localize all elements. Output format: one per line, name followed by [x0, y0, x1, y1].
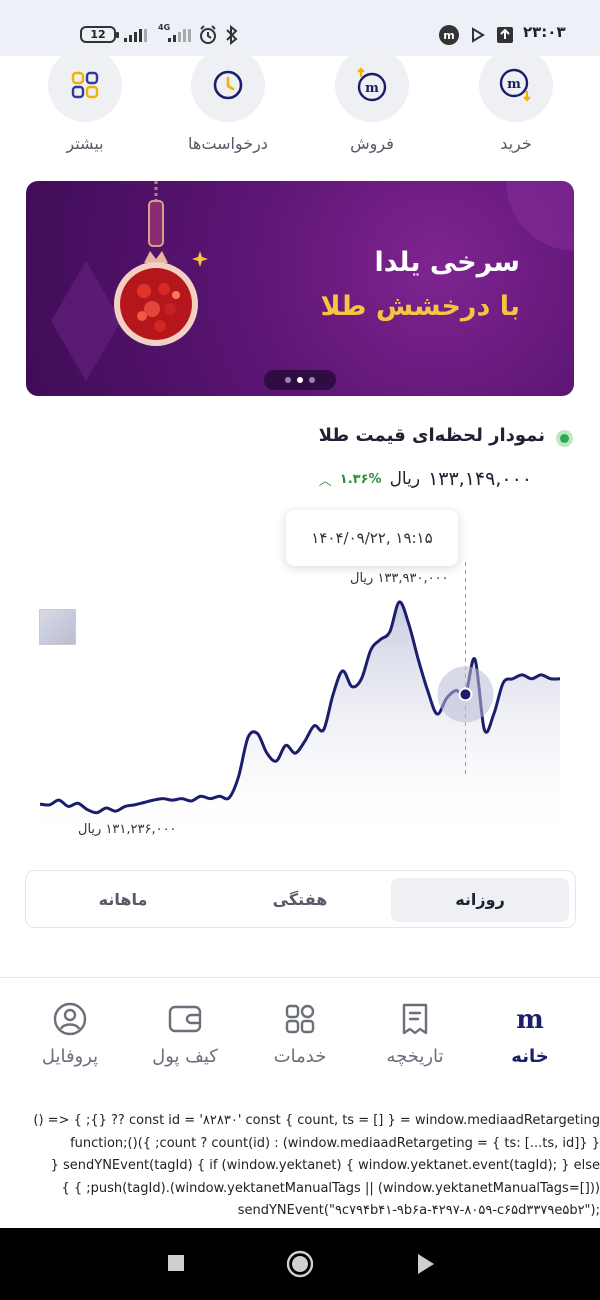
quick-action-label: درخواست‌ها — [188, 134, 268, 153]
up-arrow-icon: ︿ — [318, 473, 332, 489]
nav-label: تاریخچه — [386, 1046, 444, 1067]
promo-banner[interactable]: سرخی یلدا با درخشش طلا — [26, 181, 574, 396]
carousel-dot-active[interactable] — [297, 377, 303, 383]
signal-2-icon — [168, 28, 191, 42]
home-button-icon[interactable] — [286, 1250, 314, 1278]
tab-monthly[interactable]: ماهانه — [34, 878, 212, 922]
nav-wallet[interactable]: کیف پول — [130, 1000, 240, 1067]
banner-title: سرخی یلدا — [374, 247, 520, 278]
quick-action-buy[interactable]: m خرید — [456, 48, 576, 166]
quick-action-label: خرید — [500, 134, 532, 153]
wallet-icon — [130, 1000, 240, 1038]
carousel-dot[interactable] — [309, 377, 315, 383]
nav-home[interactable]: m خانه — [475, 1000, 585, 1067]
svg-text:m: m — [516, 1005, 544, 1034]
clock-icon — [191, 48, 265, 122]
chart-min-label: ۱۳۱,۲۳۶,۰۰۰ ریال — [78, 822, 177, 837]
nav-label: کیف پول — [152, 1046, 218, 1067]
price-value: ۱۳۳,۱۴۹,۰۰۰ — [428, 468, 532, 490]
svg-text:m: m — [365, 81, 379, 96]
svg-text:m: m — [443, 29, 454, 42]
apps-grid-icon — [48, 48, 122, 122]
nav-label: خدمات — [273, 1046, 327, 1067]
upload-icon — [497, 27, 513, 43]
script-line: sendYNEvent(tagId) { if (window.yektanet… — [50, 1158, 600, 1173]
app-notification-icon: m — [439, 25, 459, 45]
banner-subtitle: با درخشش طلا — [320, 291, 520, 322]
period-tabs: روزانه هفتگی ماهانه — [25, 870, 576, 928]
chart-highlight-point[interactable] — [458, 687, 473, 702]
chart-max-label: ۱۳۳,۹۳۰,۰۰۰ ریال — [350, 571, 449, 586]
services-grid-icon — [245, 1000, 355, 1038]
chart-tooltip: ۱۴۰۴/۰۹/۲۲, ۱۹:۱۵ — [286, 510, 458, 566]
broken-image-placeholder — [39, 609, 76, 645]
script-line: ;sendYNEvent("۹c۷۹۴b۴۱-۹b۶a-۴۲۹۷-۸۰۵۹-c۶… — [237, 1203, 600, 1218]
quick-action-requests[interactable]: درخواست‌ها — [168, 48, 288, 166]
chart-title: نمودار لحظه‌ای قیمت طلا — [318, 425, 545, 446]
pomegranate-necklace-icon — [114, 181, 198, 346]
signal-icon — [124, 28, 147, 42]
play-store-icon — [472, 27, 485, 43]
tab-weekly[interactable]: هفتگی — [211, 878, 389, 922]
tab-daily[interactable]: روزانه — [391, 878, 569, 922]
nav-profile[interactable]: پروفایل — [15, 1000, 125, 1067]
live-indicator-icon — [556, 430, 573, 447]
nav-divider — [0, 977, 600, 978]
quick-action-sell[interactable]: m فروش — [312, 48, 432, 166]
bluetooth-icon — [226, 24, 238, 46]
ad-script-text: const id = '۸۲۸۳۰' const { count, ts = [… — [14, 1110, 600, 1223]
carousel-dot[interactable] — [285, 377, 291, 383]
buy-icon: m — [479, 48, 553, 122]
nav-history[interactable]: تاریخچه — [360, 1000, 470, 1067]
svg-text:m: m — [507, 77, 521, 92]
nav-label: خانه — [511, 1046, 549, 1067]
status-time: ۲۳:۰۳ — [523, 23, 566, 41]
back-icon[interactable] — [414, 1250, 438, 1278]
nav-services[interactable]: خدمات — [245, 1000, 355, 1067]
script-line: const id = '۸۲۸۳۰' const { count, ts = [… — [33, 1113, 600, 1128]
battery-icon: 12 — [80, 26, 119, 43]
current-price: ۱۳۳,۱۴۹,۰۰۰ ریال ۱.۳۶% ︿ — [319, 468, 532, 490]
quick-action-more[interactable]: بیشتر — [25, 48, 145, 166]
history-icon — [360, 1000, 470, 1038]
carousel-indicator[interactable] — [264, 370, 336, 390]
profile-icon — [15, 1000, 125, 1038]
nav-label: پروفایل — [41, 1046, 99, 1067]
price-unit: ریال — [389, 469, 421, 489]
price-change: ۱.۳۶% — [339, 471, 382, 487]
home-logo-icon: m — [475, 1000, 585, 1038]
script-line: function;()({ ;count ? count(id) : (wind… — [70, 1135, 600, 1151]
sell-icon: m — [335, 48, 409, 122]
system-navigation-bar — [0, 1228, 600, 1300]
quick-action-label: فروش — [350, 134, 394, 153]
recents-icon[interactable] — [166, 1250, 186, 1278]
script-line: (window.yektanetManualTags || (window.ye… — [61, 1180, 600, 1196]
alarm-icon — [200, 25, 216, 44]
quick-action-label: بیشتر — [66, 134, 104, 153]
